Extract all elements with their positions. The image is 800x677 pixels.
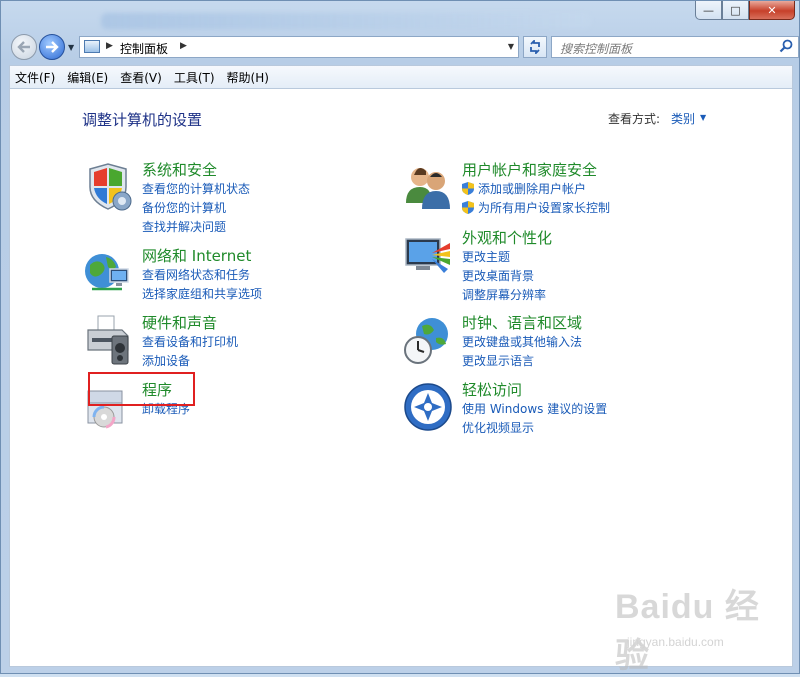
- link-windows-suggested-settings[interactable]: 使用 Windows 建议的设置: [462, 400, 607, 419]
- address-bar[interactable]: ▶ 控制面板 ▶ ▼: [79, 36, 519, 58]
- programs-highlight-box: [88, 372, 195, 406]
- link-network-status[interactable]: 查看网络状态和任务: [142, 266, 262, 285]
- category-title[interactable]: 用户帐户和家庭安全: [462, 159, 597, 180]
- category-title[interactable]: 网络和 Internet: [142, 245, 251, 266]
- category-system-security: 系统和安全 查看您的计算机状态 备份您的计算机 查找并解决问题: [82, 159, 342, 234]
- category-title[interactable]: 硬件和声音: [142, 312, 217, 333]
- menu-view[interactable]: 查看(V): [115, 69, 167, 86]
- back-button[interactable]: [11, 34, 37, 60]
- back-arrow-icon: [17, 41, 30, 53]
- breadcrumb-separator-icon[interactable]: ▶: [180, 41, 187, 51]
- category-network-internet: 网络和 Internet 查看网络状态和任务 选择家庭组和共享选项: [82, 247, 342, 307]
- link-change-input-methods[interactable]: 更改键盘或其他输入法: [462, 333, 582, 352]
- category-links: 使用 Windows 建议的设置 优化视频显示: [462, 400, 607, 438]
- page-title: 调整计算机的设置: [82, 111, 203, 129]
- view-by-dropdown[interactable]: 类别: [671, 110, 695, 127]
- link-change-theme[interactable]: 更改主题: [462, 248, 546, 267]
- close-button[interactable]: ✕: [749, 1, 795, 20]
- printer-speaker-icon: [87, 315, 129, 365]
- category-links: 查看您的计算机状态 备份您的计算机 查找并解决问题: [142, 180, 250, 237]
- watermark-url: jingyan.baidu.com: [627, 635, 724, 649]
- link-parental-controls[interactable]: 为所有用户设置家长控制: [462, 199, 610, 218]
- category-links: 更改键盘或其他输入法 更改显示语言: [462, 333, 582, 371]
- users-icon: [406, 168, 450, 209]
- monitor-palette-icon: [405, 238, 450, 273]
- refresh-icon: [530, 40, 540, 54]
- shield-pc-icon: [89, 163, 132, 211]
- view-by-label: 查看方式:: [608, 112, 661, 126]
- maximize-button[interactable]: □: [722, 1, 749, 20]
- refresh-button[interactable]: [523, 36, 547, 58]
- forward-arrow-icon: [46, 41, 59, 53]
- menu-file[interactable]: 文件(F): [10, 69, 60, 86]
- view-by-chevron-down-icon[interactable]: ▼: [700, 113, 706, 122]
- link-label: 为所有用户设置家长控制: [478, 201, 611, 215]
- link-screen-resolution[interactable]: 调整屏幕分辨率: [462, 286, 546, 305]
- ease-of-access-icon: [404, 383, 452, 431]
- link-optimize-visual-display[interactable]: 优化视频显示: [462, 419, 607, 438]
- caption-buttons: — □ ✕: [695, 1, 795, 20]
- search-icon[interactable]: [779, 39, 793, 53]
- category-links: 查看设备和打印机 添加设备: [142, 333, 238, 371]
- link-change-display-language[interactable]: 更改显示语言: [462, 352, 582, 371]
- recent-pages-dropdown-icon[interactable]: ▼: [68, 43, 74, 52]
- category-links: 添加或删除用户帐户 为所有用户设置家长控制: [462, 180, 610, 218]
- control-panel-window: — □ ✕ ▼ ▶ 控制面板 ▶ ▼ 搜索控制面板 文件(F) 编辑(E) 查看…: [0, 0, 800, 675]
- control-panel-icon: [84, 40, 100, 53]
- breadcrumb-separator-icon[interactable]: ▶: [106, 41, 113, 51]
- link-label: 添加或删除用户帐户: [478, 182, 587, 196]
- category-clock-language-region: 时钟、语言和区域 更改键盘或其他输入法 更改显示语言: [402, 314, 732, 374]
- menu-help[interactable]: 帮助(H): [222, 69, 274, 86]
- link-desktop-background[interactable]: 更改桌面背景: [462, 267, 546, 286]
- menu-bar: 文件(F) 编辑(E) 查看(V) 工具(T) 帮助(H): [9, 65, 793, 89]
- link-check-computer-status[interactable]: 查看您的计算机状态: [142, 180, 250, 199]
- menu-tools[interactable]: 工具(T): [169, 69, 220, 86]
- link-troubleshoot[interactable]: 查找并解决问题: [142, 218, 250, 237]
- breadcrumb-control-panel[interactable]: 控制面板: [120, 40, 168, 57]
- search-input[interactable]: 搜索控制面板: [551, 36, 799, 58]
- minimize-button[interactable]: —: [695, 1, 722, 20]
- category-title[interactable]: 外观和个性化: [462, 227, 552, 248]
- link-homegroup-sharing[interactable]: 选择家庭组和共享选项: [142, 285, 262, 304]
- baidu-watermark: Baidu 经验 jingyan.baidu.com: [601, 579, 791, 675]
- category-ease-of-access: 轻松访问 使用 Windows 建议的设置 优化视频显示: [402, 381, 732, 441]
- uac-shield-icon: [462, 182, 474, 195]
- category-title[interactable]: 时钟、语言和区域: [462, 312, 582, 333]
- category-links: 查看网络状态和任务 选择家庭组和共享选项: [142, 266, 262, 304]
- navigation-row: ▼ ▶ 控制面板 ▶ ▼ 搜索控制面板: [9, 33, 799, 61]
- title-bar[interactable]: — □ ✕: [1, 1, 800, 31]
- link-add-device[interactable]: 添加设备: [142, 352, 238, 371]
- forward-button[interactable]: [39, 34, 65, 60]
- search-placeholder: 搜索控制面板: [560, 42, 633, 56]
- uac-shield-icon: [462, 201, 474, 214]
- blurred-title-area: [101, 13, 591, 29]
- link-add-remove-accounts[interactable]: 添加或删除用户帐户: [462, 180, 610, 199]
- category-title[interactable]: 系统和安全: [142, 159, 217, 180]
- menu-edit[interactable]: 编辑(E): [62, 69, 113, 86]
- globe-network-icon: [85, 254, 129, 291]
- category-appearance: 外观和个性化 更改主题 更改桌面背景 调整屏幕分辨率: [402, 227, 732, 302]
- link-backup-computer[interactable]: 备份您的计算机: [142, 199, 250, 218]
- category-user-accounts: 用户帐户和家庭安全 添加或删除用户帐户 为所有用户设置家长控制: [402, 161, 732, 221]
- link-devices-printers[interactable]: 查看设备和打印机: [142, 333, 238, 352]
- clock-globe-icon: [404, 318, 448, 364]
- watermark-logo: Baidu 经验: [615, 588, 760, 675]
- category-title[interactable]: 轻松访问: [462, 379, 522, 400]
- address-dropdown-icon[interactable]: ▼: [508, 42, 514, 51]
- category-hardware-sound: 硬件和声音 查看设备和打印机 添加设备: [82, 314, 342, 374]
- category-links: 更改主题 更改桌面背景 调整屏幕分辨率: [462, 248, 546, 305]
